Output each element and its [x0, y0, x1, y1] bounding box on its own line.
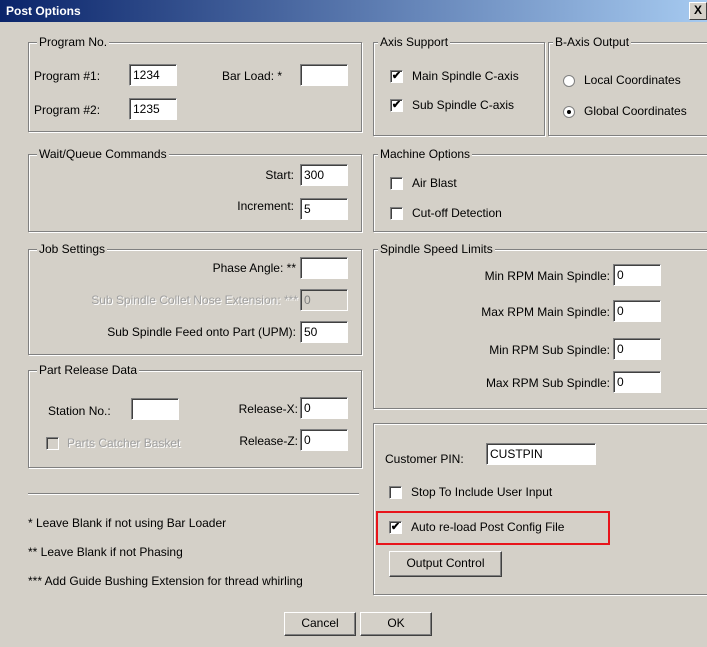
check-icon: ✔ — [391, 70, 402, 82]
program-no-group: Program No. — [28, 35, 362, 132]
local-coordinates-label: Local Coordinates — [584, 73, 681, 87]
release-x-input[interactable]: 0 — [300, 397, 348, 419]
feed-onto-part-input[interactable]: 50 — [300, 321, 348, 343]
program2-input[interactable]: 1235 — [129, 98, 177, 120]
min-rpm-main-input[interactable]: 0 — [613, 264, 661, 286]
program2-label: Program #2: — [34, 103, 101, 117]
post-options-dialog: Post Options X Program No. Program #1: 1… — [0, 0, 707, 647]
auto-reload-label: Auto re-load Post Config File — [411, 520, 565, 534]
min-rpm-sub-input[interactable]: 0 — [613, 338, 661, 360]
note-guide-bushing: *** Add Guide Bushing Extension for thre… — [28, 574, 303, 588]
auto-reload-checkbox[interactable]: ✔ — [389, 521, 402, 534]
cutoff-detection-checkbox[interactable] — [390, 207, 403, 220]
parts-catcher-checkbox[interactable] — [46, 437, 59, 450]
program1-input[interactable]: 1234 — [129, 64, 177, 86]
main-spindle-c-axis-label: Main Spindle C-axis — [412, 69, 519, 83]
main-spindle-c-axis-checkbox[interactable]: ✔ — [390, 70, 403, 83]
stop-user-input-label: Stop To Include User Input — [411, 485, 553, 499]
collet-extension-label: Sub Spindle Collet Nose Extension: *** — [91, 293, 298, 307]
machine-options-legend: Machine Options — [378, 147, 473, 161]
increment-input[interactable]: 5 — [300, 198, 348, 220]
feed-onto-part-label: Sub Spindle Feed onto Part (UPM): — [107, 325, 296, 339]
cutoff-detection-label: Cut-off Detection — [412, 206, 502, 220]
parts-catcher-label: Parts Catcher Basket — [67, 436, 181, 450]
global-coordinates-radio[interactable] — [563, 106, 575, 118]
sub-spindle-c-axis-label: Sub Spindle C-axis — [412, 98, 515, 112]
customer-pin-label: Customer PIN: — [385, 452, 464, 466]
max-rpm-sub-label: Max RPM Sub Spindle: — [485, 376, 610, 390]
note-bar-loader: * Leave Blank if not using Bar Loader — [28, 516, 227, 530]
increment-label: Increment: — [237, 199, 294, 213]
phase-angle-label: Phase Angle: ** — [212, 261, 296, 275]
release-z-input[interactable]: 0 — [300, 429, 348, 451]
note-phasing: ** Leave Blank if not Phasing — [28, 545, 183, 559]
bar-load-label: Bar Load: * — [222, 69, 283, 83]
max-rpm-sub-input[interactable]: 0 — [613, 371, 661, 393]
spindle-speed-limits-legend: Spindle Speed Limits — [378, 242, 495, 256]
b-axis-output-group: B-Axis Output — [548, 35, 707, 136]
max-rpm-main-input[interactable]: 0 — [613, 300, 661, 322]
start-label: Start: — [265, 168, 294, 182]
title-bar: Post Options X — [0, 0, 707, 22]
air-blast-label: Air Blast — [412, 176, 457, 190]
local-coordinates-radio[interactable] — [563, 75, 575, 87]
cancel-button[interactable]: Cancel — [284, 612, 356, 636]
release-x-label: Release-X: — [238, 402, 298, 416]
axis-support-group: Axis Support — [373, 35, 545, 136]
window-title: Post Options — [6, 4, 81, 18]
station-no-label: Station No.: — [48, 404, 111, 418]
phase-angle-input[interactable] — [300, 257, 348, 279]
program-no-legend: Program No. — [37, 35, 110, 49]
axis-support-legend: Axis Support — [378, 35, 451, 49]
output-control-button[interactable]: Output Control — [389, 551, 502, 577]
wait-queue-legend: Wait/Queue Commands — [37, 147, 169, 161]
radio-dot-icon — [567, 110, 571, 114]
job-settings-legend: Job Settings — [37, 242, 108, 256]
b-axis-output-legend: B-Axis Output — [553, 35, 632, 49]
customer-pin-input[interactable]: CUSTPIN — [486, 443, 596, 465]
start-input[interactable]: 300 — [300, 164, 348, 186]
bar-load-input[interactable] — [300, 64, 348, 86]
collet-extension-input[interactable]: 0 — [300, 289, 348, 311]
release-z-label: Release-Z: — [239, 434, 298, 448]
check-icon: ✔ — [390, 521, 401, 533]
close-icon[interactable]: X — [689, 2, 707, 20]
air-blast-checkbox[interactable] — [390, 177, 403, 190]
stop-user-input-checkbox[interactable] — [389, 486, 402, 499]
machine-options-group: Machine Options — [373, 147, 707, 232]
part-release-group: Part Release Data — [28, 363, 362, 468]
program1-label: Program #1: — [34, 69, 101, 83]
ok-button[interactable]: OK — [360, 612, 432, 636]
max-rpm-main-label: Max RPM Main Spindle: — [481, 305, 610, 319]
sub-spindle-c-axis-checkbox[interactable]: ✔ — [390, 99, 403, 112]
part-release-legend: Part Release Data — [37, 363, 140, 377]
station-no-input[interactable] — [131, 398, 179, 420]
global-coordinates-label: Global Coordinates — [584, 104, 687, 118]
min-rpm-main-label: Min RPM Main Spindle: — [484, 269, 610, 283]
separator — [28, 493, 359, 495]
min-rpm-sub-label: Min RPM Sub Spindle: — [489, 343, 610, 357]
check-icon: ✔ — [391, 99, 402, 111]
